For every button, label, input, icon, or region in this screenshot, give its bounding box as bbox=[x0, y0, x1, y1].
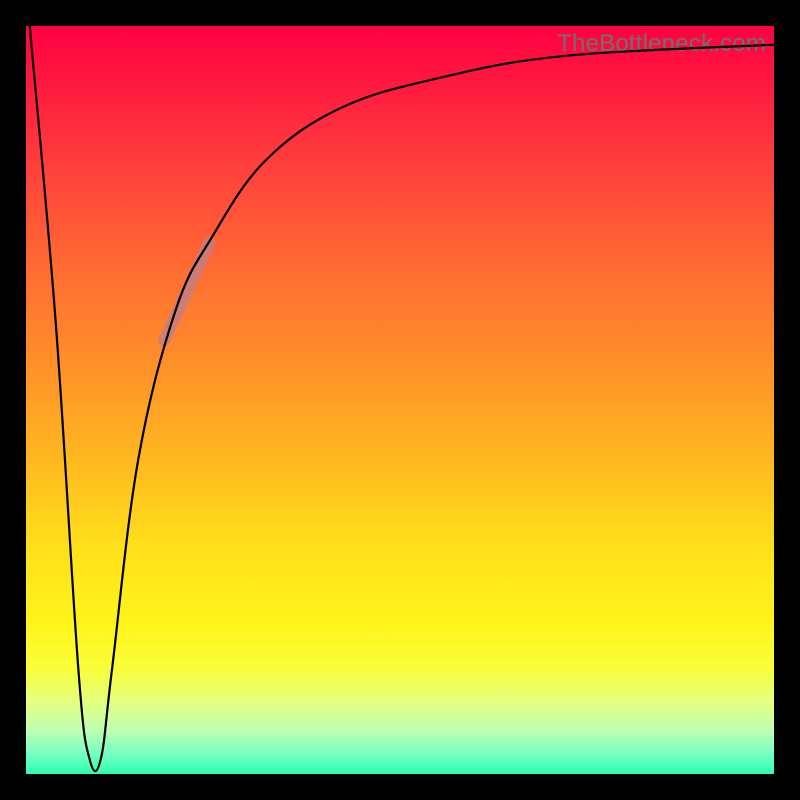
chart-frame: TheBottleneck.com bbox=[0, 0, 800, 800]
plot-area: TheBottleneck.com bbox=[26, 26, 774, 774]
bottleneck-curve bbox=[30, 26, 774, 771]
curve-canvas bbox=[26, 26, 774, 774]
